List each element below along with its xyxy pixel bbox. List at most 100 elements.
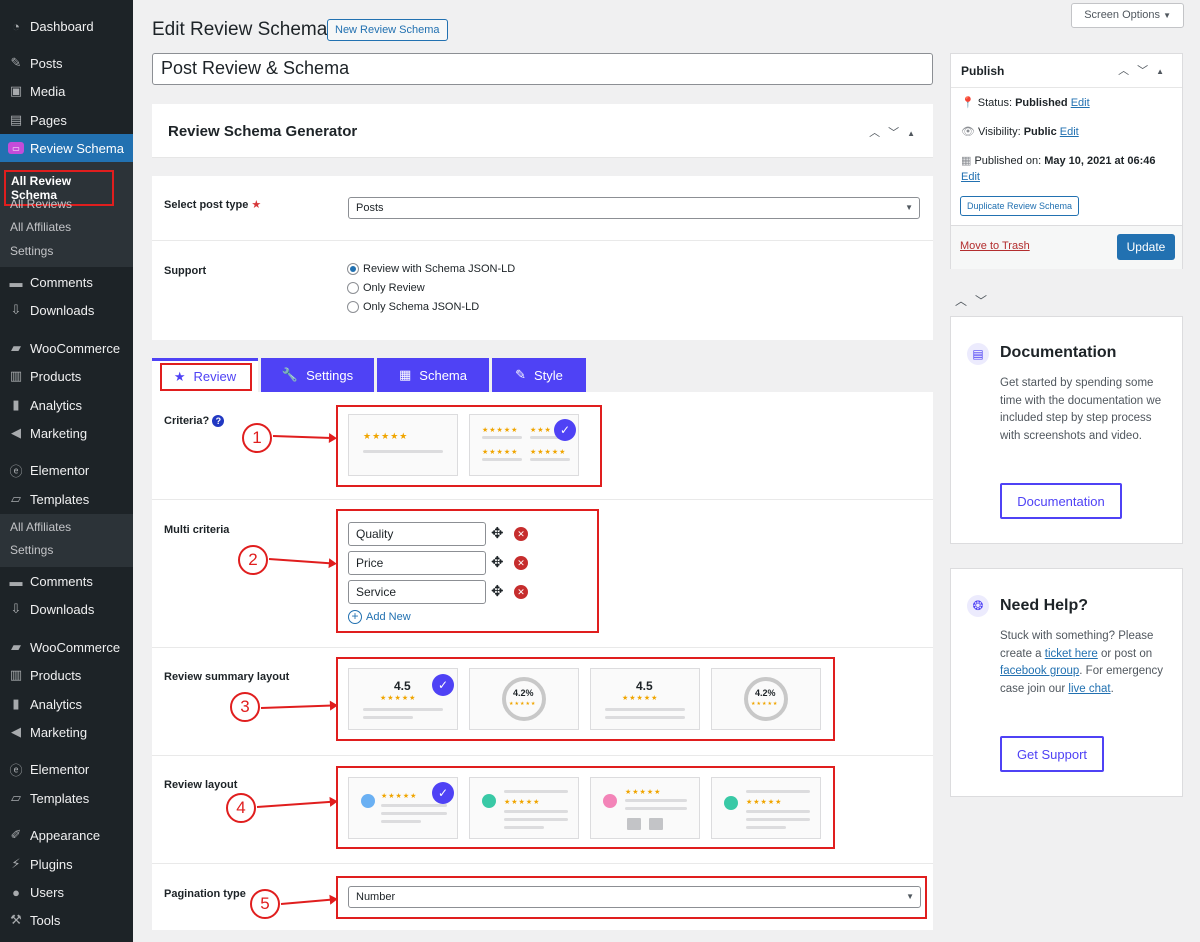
woo-icon: ▰: [11, 340, 21, 355]
summary-layout-4[interactable]: 4.2% ★★★★★: [711, 668, 821, 730]
download-icon: ⇩: [10, 302, 22, 317]
chevron-down-icon[interactable]: ﹀: [975, 294, 995, 308]
chevron-up-icon[interactable]: ︿: [955, 294, 975, 308]
chevron-down-icon[interactable]: ﹀: [888, 127, 907, 139]
live-chat-link[interactable]: live chat: [1068, 683, 1110, 695]
criteria-input-quality[interactable]: Quality: [348, 522, 486, 546]
submenu-all-reviews[interactable]: All Reviews: [10, 197, 72, 211]
caret-down-icon: ▼: [1163, 11, 1171, 20]
sidebar-item-review-schema[interactable]: ▭ Review Schema: [0, 134, 133, 162]
post-title-input[interactable]: Post Review & Schema: [152, 53, 933, 85]
submenu-all-affiliates[interactable]: All Affiliates: [10, 220, 71, 234]
move-to-trash-link[interactable]: Move to Trash: [960, 240, 1030, 252]
radio-review-with-schema[interactable]: Review with Schema JSON-LD: [347, 263, 515, 275]
sidebar-item-label: Posts: [30, 55, 63, 71]
review-layout-2[interactable]: ★★★★★: [469, 777, 579, 839]
criteria-multi-option[interactable]: ★★★★★ ★★★ ★★★★★ ★★★★★ ✓: [469, 414, 579, 476]
move-icon[interactable]: ✥: [491, 524, 504, 542]
multi-criteria-label: Multi criteria: [164, 524, 230, 536]
triangle-up-icon[interactable]: ▲: [907, 129, 923, 138]
sidebar-item-comments[interactable]: ▬ Comments: [0, 268, 133, 296]
post-type-select[interactable]: Posts ▼: [348, 197, 920, 219]
edit-date-link[interactable]: Edit: [961, 171, 980, 183]
radio-only-schema[interactable]: Only Schema JSON-LD: [347, 301, 479, 313]
sidebar-item-comments[interactable]: ▬ Comments: [0, 567, 133, 595]
tab-schema[interactable]: ▦ Schema: [377, 358, 489, 392]
radio-only-review[interactable]: Only Review: [347, 282, 425, 294]
sidebar-item-downloads[interactable]: ⇩ Downloads: [0, 595, 133, 623]
duplicate-button[interactable]: Duplicate Review Schema: [960, 196, 1080, 216]
add-new-link[interactable]: + Add New: [348, 610, 411, 624]
download-icon: ⇩: [10, 601, 22, 616]
summary-layout-3[interactable]: 4.5 ★★★★★: [590, 668, 700, 730]
new-review-schema-button[interactable]: New Review Schema: [327, 19, 448, 41]
sidebar-item-analytics[interactable]: ▮ Analytics: [0, 690, 133, 718]
ticket-link[interactable]: ticket here: [1045, 648, 1098, 660]
edit-visibility-link[interactable]: Edit: [1060, 126, 1079, 138]
calendar-icon: ▦: [961, 155, 972, 167]
sidebar-item-pages[interactable]: ▤ Pages: [0, 106, 133, 134]
update-button[interactable]: Update: [1117, 234, 1175, 260]
sidebar-item-woocommerce[interactable]: ▰ WooCommerce: [0, 334, 133, 362]
sidebar-item-products[interactable]: ▥ Products: [0, 362, 133, 390]
documentation-text: Get started by spending some time with t…: [1000, 377, 1162, 442]
dashboard-icon: ◔: [12, 18, 20, 34]
sidebar-item-marketing[interactable]: ◀ Marketing: [0, 718, 133, 746]
move-icon[interactable]: ✥: [491, 553, 504, 571]
criteria-input-price[interactable]: Price: [348, 551, 486, 575]
sidebar-item-templates[interactable]: ▱ Templates: [0, 784, 133, 812]
help-icon[interactable]: ?: [212, 415, 225, 427]
stars-icon: ★★★★★: [363, 431, 409, 441]
sidebar-item-analytics[interactable]: ▮ Analytics: [0, 391, 133, 419]
submenu-all-affiliates[interactable]: All Affiliates: [10, 520, 71, 534]
sidebar-item-templates[interactable]: ▱ Templates: [0, 485, 133, 513]
chevron-up-icon[interactable]: ︿: [869, 127, 888, 139]
stars-icon: ★★★★★: [482, 449, 519, 456]
box-arrows[interactable]: ︿﹀▲: [1118, 62, 1172, 78]
sidebar-item-tools[interactable]: ⚒ Tools: [0, 906, 133, 934]
sidebar-item-elementor[interactable]: ⓔ Elementor: [0, 456, 133, 484]
box-arrows[interactable]: ︿﹀▲: [869, 124, 923, 140]
facebook-group-link[interactable]: facebook group: [1000, 665, 1079, 677]
get-support-button[interactable]: Get Support: [1000, 736, 1104, 772]
pagination-select[interactable]: Number ▼: [348, 886, 921, 908]
sidebar-item-posts[interactable]: ✎ Posts: [0, 49, 133, 77]
criteria-single-option[interactable]: ★★★★★: [348, 414, 458, 476]
review-layout-3[interactable]: ★★★★★: [590, 777, 700, 839]
criteria-input-service[interactable]: Service: [348, 580, 486, 604]
submenu-settings[interactable]: Settings: [10, 244, 53, 258]
submenu-settings[interactable]: Settings: [10, 543, 53, 557]
move-icon[interactable]: ✥: [491, 582, 504, 600]
annotation-1: 1: [242, 423, 272, 453]
tab-style[interactable]: ✎ Style: [492, 358, 586, 392]
edit-status-link[interactable]: Edit: [1071, 97, 1090, 109]
sidebar-item-appearance[interactable]: ✐ Appearance: [0, 821, 133, 849]
triangle-up-icon[interactable]: ▲: [1156, 67, 1172, 76]
box-arrows[interactable]: ︿﹀: [955, 292, 995, 309]
sidebar-item-woocommerce[interactable]: ▰ WooCommerce: [0, 633, 133, 661]
review-layout-4[interactable]: ★★★★★: [711, 777, 821, 839]
sidebar-item-products[interactable]: ▥ Products: [0, 661, 133, 689]
sidebar-item-media[interactable]: ▣ Media: [0, 77, 133, 105]
chevron-down-icon[interactable]: ﹀: [1137, 65, 1156, 77]
sidebar-item-users[interactable]: ● Users: [0, 878, 133, 906]
remove-icon[interactable]: ✕: [514, 527, 528, 541]
sidebar-item-downloads[interactable]: ⇩ Downloads: [0, 296, 133, 324]
chevron-up-icon[interactable]: ︿: [1118, 65, 1137, 77]
remove-icon[interactable]: ✕: [514, 585, 528, 599]
placeholder-line: [605, 708, 685, 711]
screen-options-button[interactable]: Screen Options ▼: [1071, 3, 1184, 28]
review-layout-1[interactable]: ★★★★★ ✓: [348, 777, 458, 839]
tab-settings[interactable]: 🔧 Settings: [261, 358, 374, 392]
remove-icon[interactable]: ✕: [514, 556, 528, 570]
summary-layout-1[interactable]: 4.5 ★★★★★ ✓: [348, 668, 458, 730]
sidebar-item-marketing[interactable]: ◀ Marketing: [0, 419, 133, 447]
sidebar-item-plugins[interactable]: ⚡ Plugins: [0, 850, 133, 878]
row-post-type: Select post type ★ Posts ▼: [152, 176, 933, 241]
sidebar-item-elementor[interactable]: ⓔ Elementor: [0, 755, 133, 783]
checkmark-icon: ✓: [432, 674, 454, 696]
summary-layout-2[interactable]: 4.2% ★★★★★: [469, 668, 579, 730]
sidebar-item-dashboard[interactable]: ◔ Dashboard: [0, 12, 133, 40]
documentation-button[interactable]: Documentation: [1000, 483, 1122, 519]
analytics-icon: ▮: [12, 397, 20, 412]
